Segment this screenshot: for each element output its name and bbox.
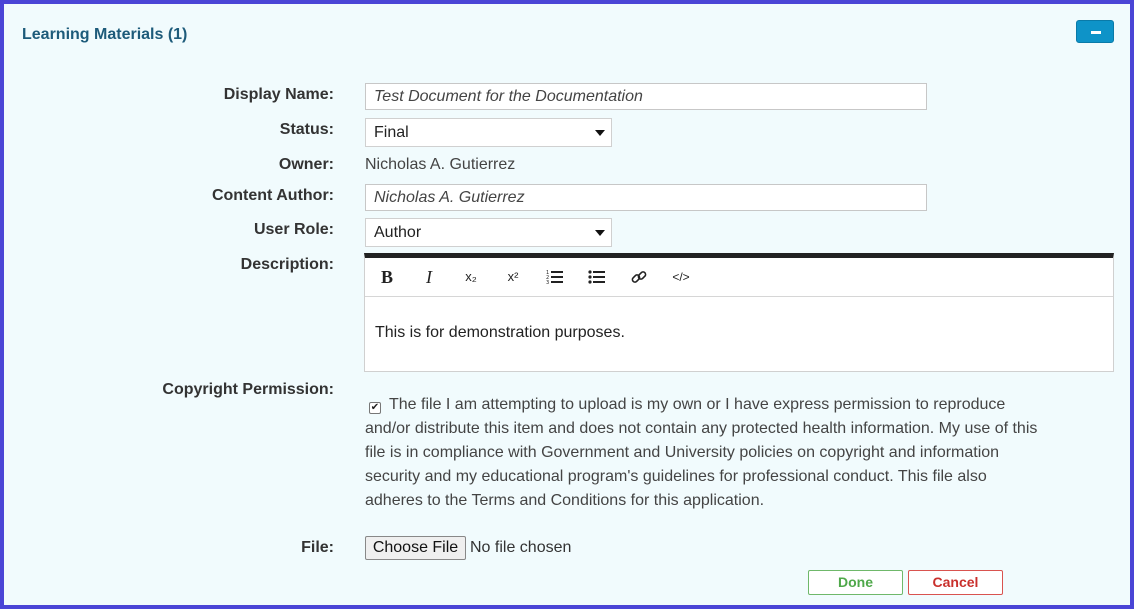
status-label: Status:	[279, 121, 334, 138]
panel-title: Learning Materials (1)	[22, 26, 188, 43]
description-label: Description:	[240, 256, 334, 273]
description-editor[interactable]: B I x₂ x² 1 2 3 </> This is for demonstr…	[364, 253, 1114, 372]
link-button[interactable]	[625, 265, 653, 289]
user-role-select[interactable]: Author	[365, 218, 612, 247]
owner-label: Owner:	[278, 156, 334, 173]
collapse-button[interactable]	[1076, 20, 1114, 43]
user-role-selected-value: Author	[374, 224, 422, 241]
chevron-down-icon	[595, 130, 605, 136]
done-button[interactable]: Done	[808, 570, 903, 595]
editor-toolbar: B I x₂ x² 1 2 3 </>	[365, 258, 1113, 297]
ordered-list-icon: 1 2 3	[546, 270, 563, 286]
minus-icon	[1091, 31, 1101, 34]
status-selected-value: Final	[374, 124, 409, 141]
svg-text:3: 3	[546, 280, 549, 285]
copyright-label: Copyright Permission:	[162, 381, 334, 398]
user-role-label: User Role:	[253, 221, 334, 238]
file-label: File:	[301, 539, 334, 556]
owner-value: Nicholas A. Gutierrez	[365, 156, 516, 173]
status-select[interactable]: Final	[365, 118, 612, 147]
chevron-down-icon	[595, 230, 605, 236]
link-icon	[631, 271, 647, 283]
cancel-button[interactable]: Cancel	[908, 570, 1003, 595]
choose-file-button[interactable]: Choose File	[365, 536, 466, 560]
content-author-label: Content Author:	[211, 187, 334, 204]
superscript-button[interactable]: x²	[499, 265, 527, 289]
unordered-list-button[interactable]	[583, 265, 611, 289]
ordered-list-button[interactable]: 1 2 3	[541, 265, 569, 289]
unordered-list-icon	[588, 270, 605, 284]
description-text: This is for demonstration purposes.	[375, 324, 625, 341]
content-author-input[interactable]: Nicholas A. Gutierrez	[365, 184, 927, 211]
code-button[interactable]: </>	[667, 265, 695, 289]
italic-button[interactable]: I	[415, 265, 443, 289]
bold-button[interactable]: B	[373, 265, 401, 289]
display-name-input[interactable]: Test Document for the Documentation	[365, 83, 927, 110]
learning-materials-panel: Learning Materials (1) Display Name: Tes…	[4, 4, 1130, 605]
subscript-button[interactable]: x₂	[457, 265, 485, 289]
copyright-text: The file I am attempting to upload is my…	[365, 396, 1038, 509]
file-status: No file chosen	[470, 539, 572, 556]
display-name-label: Display Name:	[223, 86, 334, 103]
